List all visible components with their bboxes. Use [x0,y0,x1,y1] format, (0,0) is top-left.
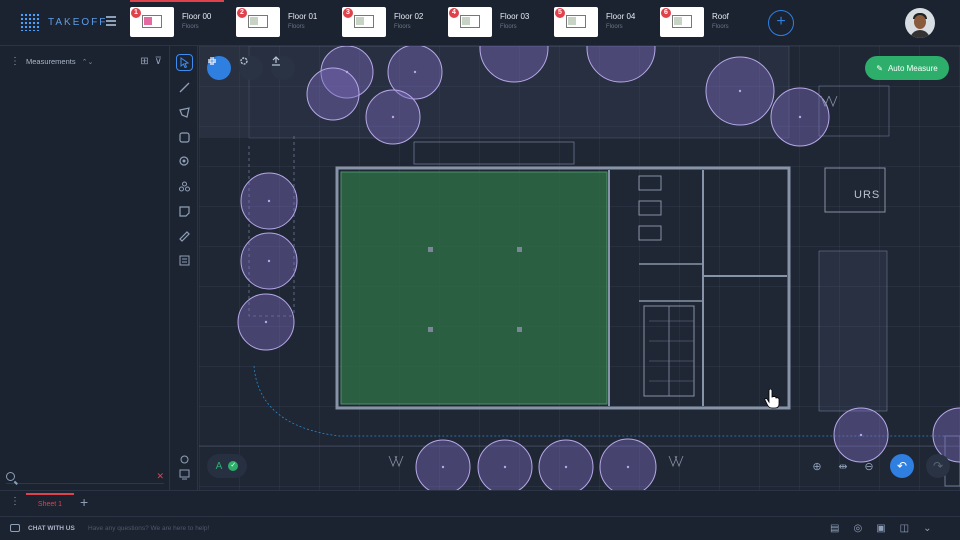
collapse-panel-button[interactable] [207,56,231,80]
floor-tab-2[interactable]: 3 Floor 02 Floors [342,7,423,39]
plan-room-label: URS [854,189,881,201]
auto-measure-label: Auto Measure [887,63,938,73]
floor-subtitle: Floors [394,24,411,30]
floor-thumbnail: 3 [342,7,386,37]
sort-icon[interactable]: ⌃⌄ [82,58,94,66]
check-icon: ✓ [228,461,239,471]
chat-icon[interactable] [10,524,20,532]
floor-tab-3[interactable]: 4 Floor 03 Floors [448,7,529,39]
sheet-tab[interactable]: Sheet 1 [26,493,74,515]
footer: CHAT WITH US Have any questions? We are … [0,516,960,540]
redo-button[interactable]: ↷ [926,454,950,478]
floor-number-badge: 3 [343,8,353,18]
count-tool-icon[interactable] [176,153,193,170]
legend-tool-icon[interactable] [176,252,193,269]
add-folder-icon[interactable]: ⊞ [140,56,148,67]
select-tool-icon[interactable] [176,54,193,71]
floor-subtitle: Floors [288,24,305,30]
chat-hint: Have any questions? We are here to help! [88,525,210,532]
layer-toggle[interactable]: A ✓ [207,454,247,478]
floor-number-badge: 1 [131,8,141,18]
logo-icon [20,13,40,31]
floor-subtitle: Floors [712,24,729,30]
floor-tab-0[interactable]: 1 Floor 00 Floors [130,7,211,39]
group-tool-icon[interactable] [176,178,193,195]
zoom-in-icon[interactable]: ⊕ [807,456,827,476]
line-tool-icon[interactable] [176,79,193,96]
video-icon[interactable]: ▣ [876,523,885,534]
floor-name: Floor 03 [500,12,530,21]
note-tool-icon[interactable] [176,203,193,220]
floor-number-badge: 6 [661,8,671,18]
floor-plan-drawing [199,46,960,490]
fit-width-icon[interactable]: ⇹ [833,456,853,476]
panel-title: Measurements [26,57,76,66]
chevron-down-icon[interactable]: ⌄ [923,523,931,534]
settings-gear-icon[interactable] [239,56,263,80]
footer-icons: ▤ ◎ ▣ ◫ ⌄ [830,523,931,534]
undo-button[interactable]: ↶ [890,454,914,478]
floor-name: Floor 00 [182,12,212,21]
floor-tab-1[interactable]: 2 Floor 01 Floors [236,7,317,39]
measurements-panel: ⋮ Measurements ⌃⌄ ⊞ ⊽ ✕ [0,46,170,490]
zoom-controls: ⊕ ⇹ ⊖ [807,456,879,476]
floor-thumbnail: 6 [660,7,704,37]
rectangle-tool-icon[interactable] [176,129,193,146]
zoom-out-icon[interactable]: ⊖ [859,456,879,476]
auto-measure-button[interactable]: ✎ Auto Measure [865,56,949,80]
ruler-tool-icon[interactable] [176,228,193,245]
tool-rail [171,46,198,490]
add-floor-button[interactable]: + [768,10,794,36]
search-icon [6,472,15,481]
floor-thumbnail: 4 [448,7,492,37]
sheet-menu-icon[interactable]: ⋮ [10,496,20,507]
media-icon[interactable]: ◫ [900,523,909,534]
screen-icon[interactable] [176,466,193,483]
hamburger-menu-icon[interactable] [106,16,116,26]
floor-number-badge: 5 [555,8,565,18]
search-input[interactable] [21,473,141,480]
help-icon[interactable]: ◎ [853,523,862,534]
floor-tab-4[interactable]: 5 Floor 04 Floors [554,7,635,39]
polygon-tool-icon[interactable] [176,104,193,121]
panel-header: ⋮ Measurements ⌃⌄ ⊞ ⊽ [10,56,162,67]
floor-name: Floor 02 [394,12,424,21]
kebab-menu-icon[interactable]: ⋮ [10,56,20,67]
floor-name: Floor 01 [288,12,318,21]
floor-thumbnail: 1 [130,7,174,37]
floor-tab-5[interactable]: 6 Roof Floors [660,7,729,39]
active-floor-indicator [130,0,224,2]
floor-name: Roof [712,12,729,21]
layer-letter: A [215,460,223,472]
filter-icon[interactable]: ⊽ [155,56,162,67]
floor-number-badge: 2 [237,8,247,18]
floor-subtitle: Floors [182,24,199,30]
app-logo[interactable]: TAKEOFF [20,13,107,31]
logo-text: TAKEOFF [48,16,108,28]
floor-number-badge: 4 [449,8,459,18]
add-sheet-button[interactable]: + [80,494,88,510]
avatar[interactable] [905,8,935,38]
sheet-bar: ⋮ Sheet 1 + [0,490,960,516]
floor-subtitle: Floors [606,24,623,30]
document-icon[interactable]: ▤ [830,523,839,534]
panel-search: ✕ [6,470,164,484]
floor-name: Floor 04 [606,12,636,21]
export-upload-icon[interactable] [271,56,295,80]
drawing-canvas[interactable]: ✎ Auto Measure URS A ✓ ⊕ ⇹ ⊖ ↶ ↷ [199,46,960,490]
floor-thumbnail: 2 [236,7,280,37]
floor-subtitle: Floors [500,24,517,30]
wand-icon: ✎ [876,63,883,73]
close-icon[interactable]: ✕ [156,471,164,482]
top-bar: TAKEOFF 1 Floor 00 Floors 2 Floor 01 Flo… [0,0,960,46]
chat-label[interactable]: CHAT WITH US [28,525,75,532]
floor-thumbnail: 5 [554,7,598,37]
